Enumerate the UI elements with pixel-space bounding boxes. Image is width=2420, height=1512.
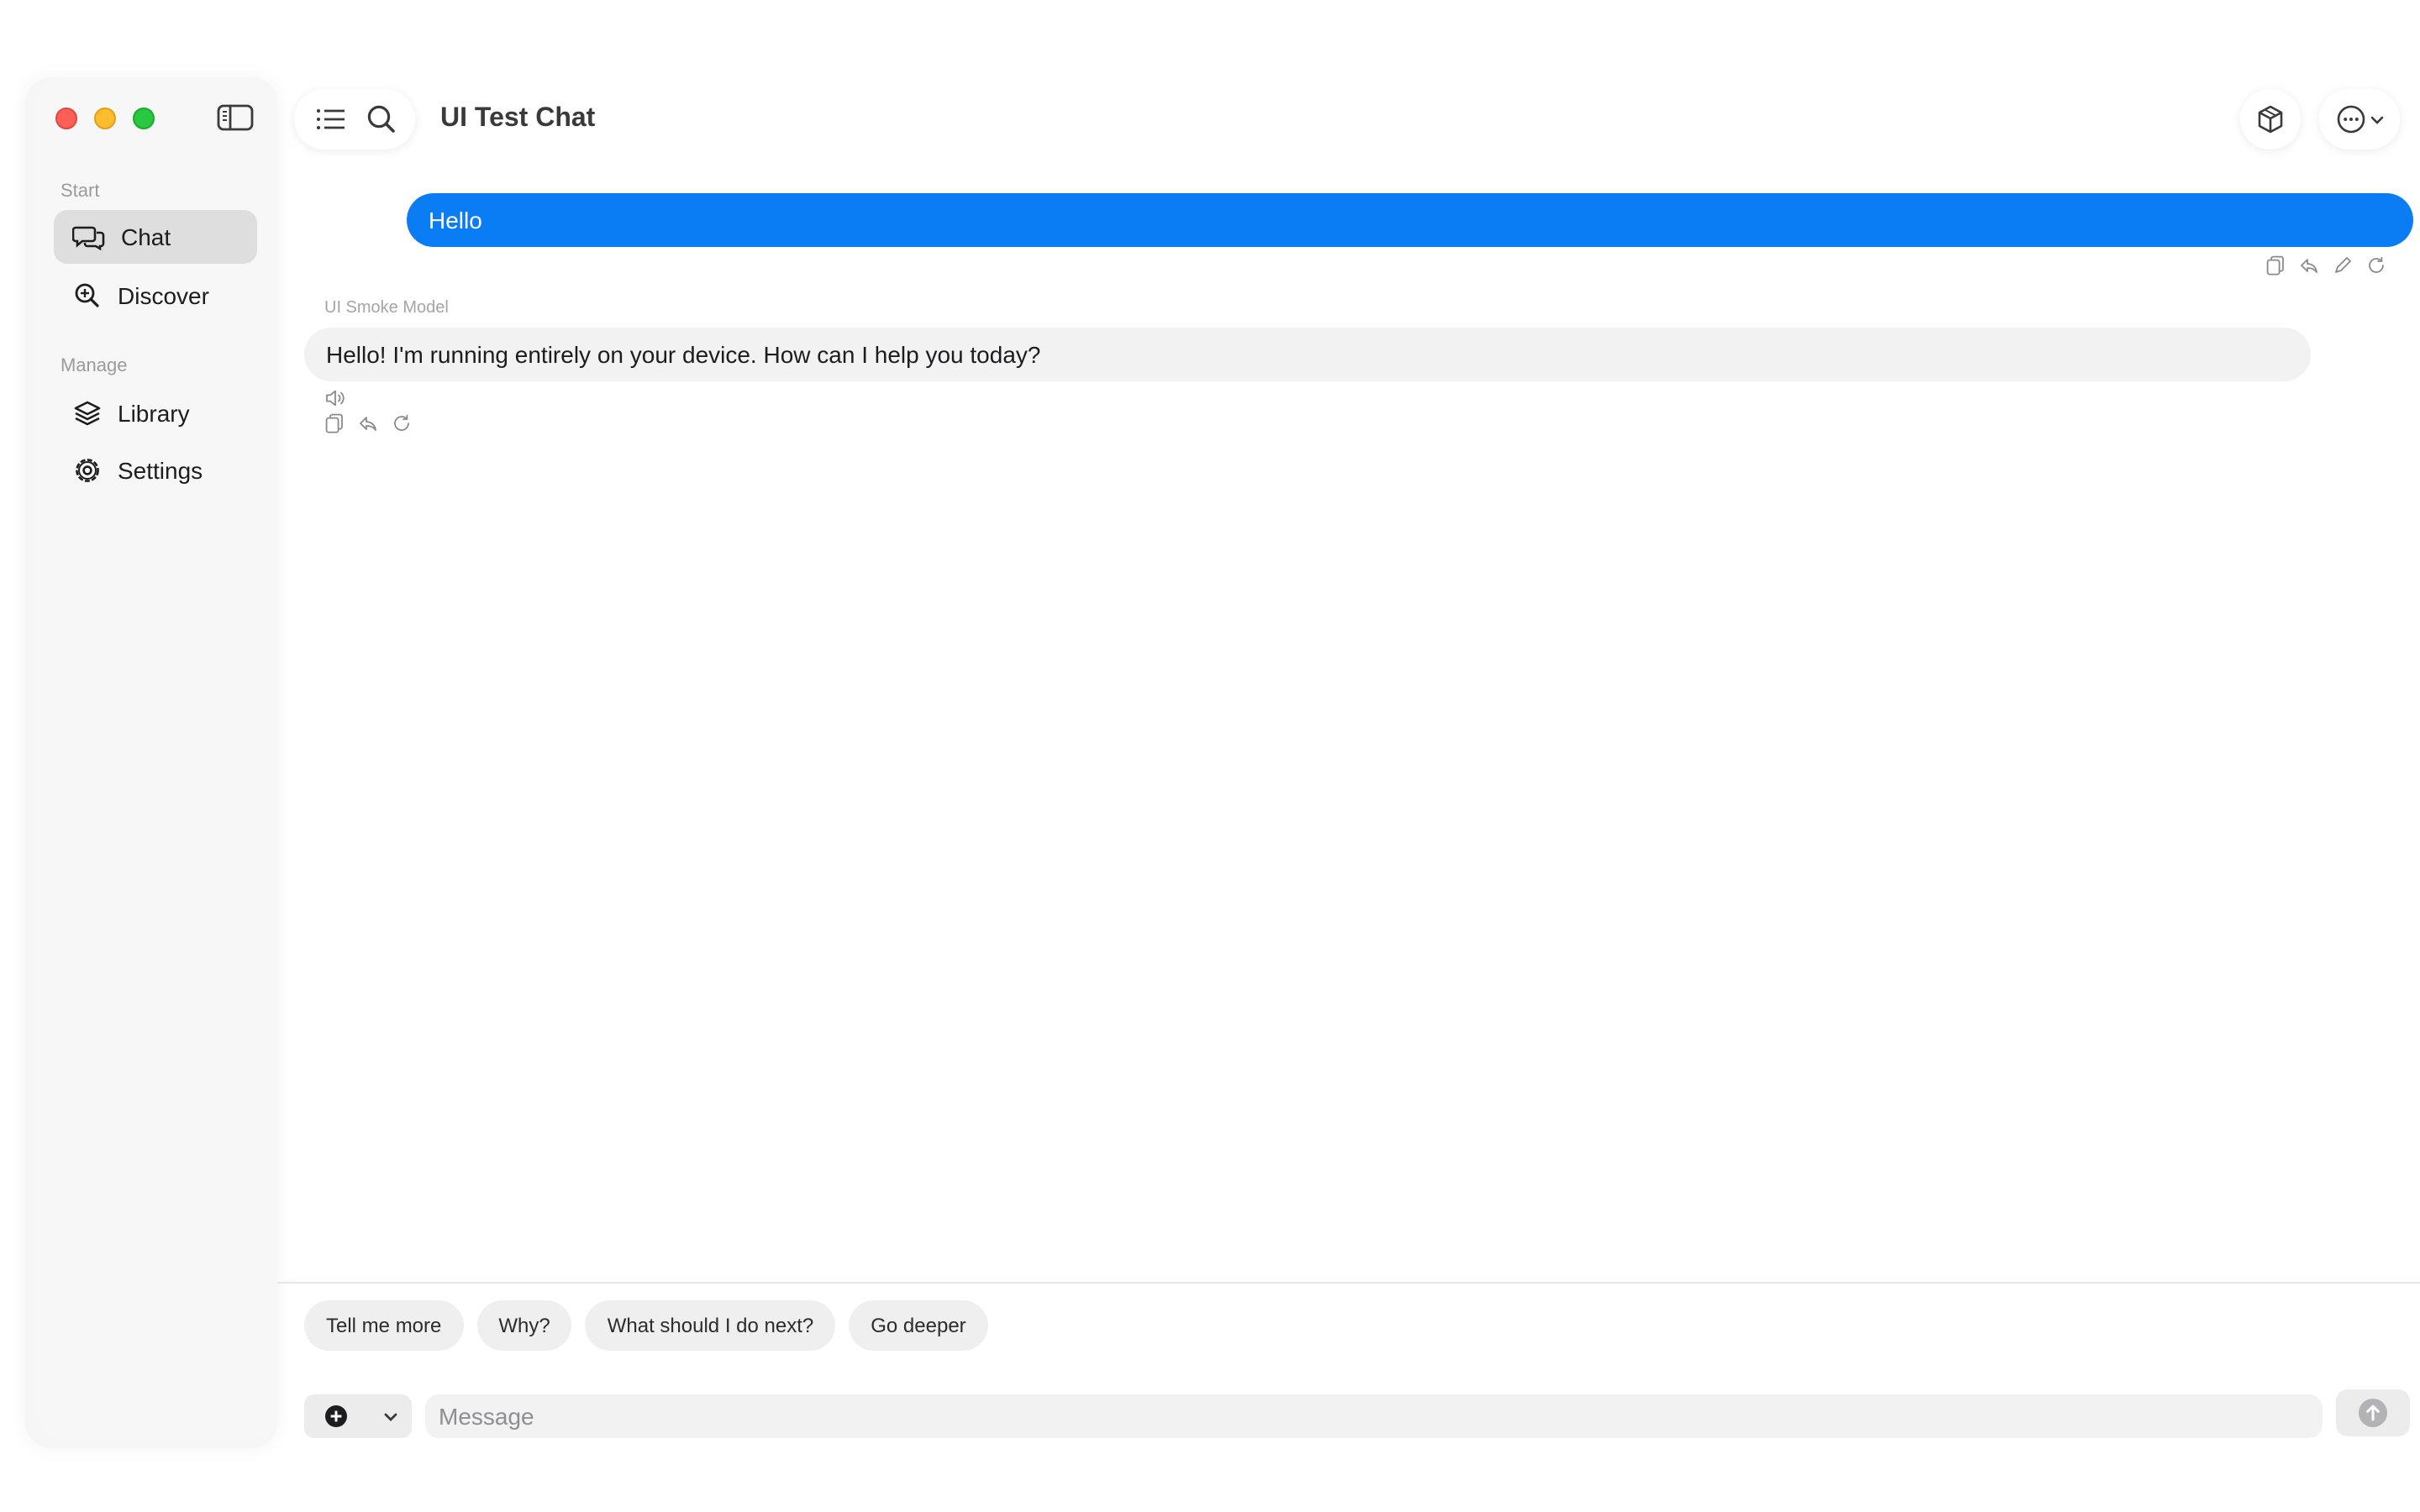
- suggestion-chip-why[interactable]: Why?: [476, 1300, 572, 1351]
- sidebar-item-library[interactable]: Library: [54, 386, 257, 440]
- gear-icon: [76, 459, 99, 482]
- sidebar: Start Chat Discover Manage Library Setti…: [25, 77, 277, 1448]
- minimize-window-button[interactable]: [94, 108, 116, 129]
- layers-icon: [74, 401, 101, 426]
- model-cube-icon: [2258, 105, 2283, 134]
- toolbar-left-group: [294, 89, 415, 150]
- chat-title: UI Test Chat: [440, 104, 596, 133]
- assistant-model-name: UI Smoke Model: [324, 299, 449, 318]
- close-window-button[interactable]: [55, 108, 77, 129]
- suggestion-chip-go-deeper[interactable]: Go deeper: [849, 1300, 988, 1351]
- assistant-message-bubble: Hello! I'm running entirely on your devi…: [304, 328, 2311, 381]
- sidebar-item-settings[interactable]: Settings: [54, 444, 257, 497]
- reply-icon[interactable]: [358, 413, 378, 433]
- message-input[interactable]: [425, 1394, 2323, 1438]
- send-button[interactable]: [2336, 1389, 2410, 1436]
- user-message-text: Hello: [429, 207, 482, 234]
- discover-magnifier-icon: [75, 283, 99, 307]
- user-message-bubble: Hello: [407, 193, 2413, 247]
- assistant-message-text: Hello! I'm running entirely on your devi…: [326, 341, 1041, 368]
- app-window: Start Chat Discover Manage Library Setti…: [0, 0, 2420, 1512]
- more-options-button[interactable]: [2319, 89, 2400, 150]
- suggestion-chip-what-next[interactable]: What should I do next?: [585, 1300, 836, 1351]
- send-arrow-up-icon: [2359, 1399, 2387, 1427]
- chat-bubbles-icon: [72, 226, 105, 250]
- suggestion-chip-tell-me-more[interactable]: Tell me more: [304, 1300, 464, 1351]
- user-message-actions: [2265, 255, 2386, 276]
- sidebar-toggle-icon[interactable]: [217, 104, 254, 131]
- attach-menu-button[interactable]: [304, 1394, 412, 1438]
- sidebar-item-label: Chat: [121, 223, 171, 250]
- reply-icon[interactable]: [2299, 255, 2319, 276]
- search-icon[interactable]: [366, 104, 396, 134]
- sidebar-item-label: Discover: [118, 282, 209, 309]
- sidebar-item-label: Settings: [118, 457, 203, 484]
- suggestion-chips: Tell me more Why? What should I do next?…: [304, 1300, 988, 1351]
- sidebar-item-chat[interactable]: Chat: [54, 210, 257, 264]
- chevron-down-icon: [2370, 115, 2383, 123]
- chevron-down-icon: [384, 1412, 397, 1420]
- copy-icon[interactable]: [2265, 255, 2286, 276]
- edit-pencil-icon[interactable]: [2333, 255, 2353, 276]
- composer-divider: [277, 1282, 2420, 1284]
- model-button[interactable]: [2240, 89, 2301, 150]
- sidebar-item-discover[interactable]: Discover: [54, 269, 257, 323]
- plus-circle-icon: [325, 1405, 347, 1427]
- more-ellipsis-icon: [2336, 105, 2365, 134]
- sidebar-section-start: Start: [60, 181, 100, 202]
- regenerate-icon[interactable]: [2366, 255, 2386, 276]
- sidebar-item-label: Library: [118, 400, 190, 427]
- list-icon[interactable]: [313, 106, 347, 133]
- speaker-icon[interactable]: [324, 388, 348, 408]
- zoom-window-button[interactable]: [133, 108, 155, 129]
- regenerate-icon[interactable]: [392, 413, 412, 433]
- sidebar-section-manage: Manage: [60, 356, 128, 376]
- copy-icon[interactable]: [324, 413, 345, 433]
- assistant-message-actions: [324, 413, 412, 433]
